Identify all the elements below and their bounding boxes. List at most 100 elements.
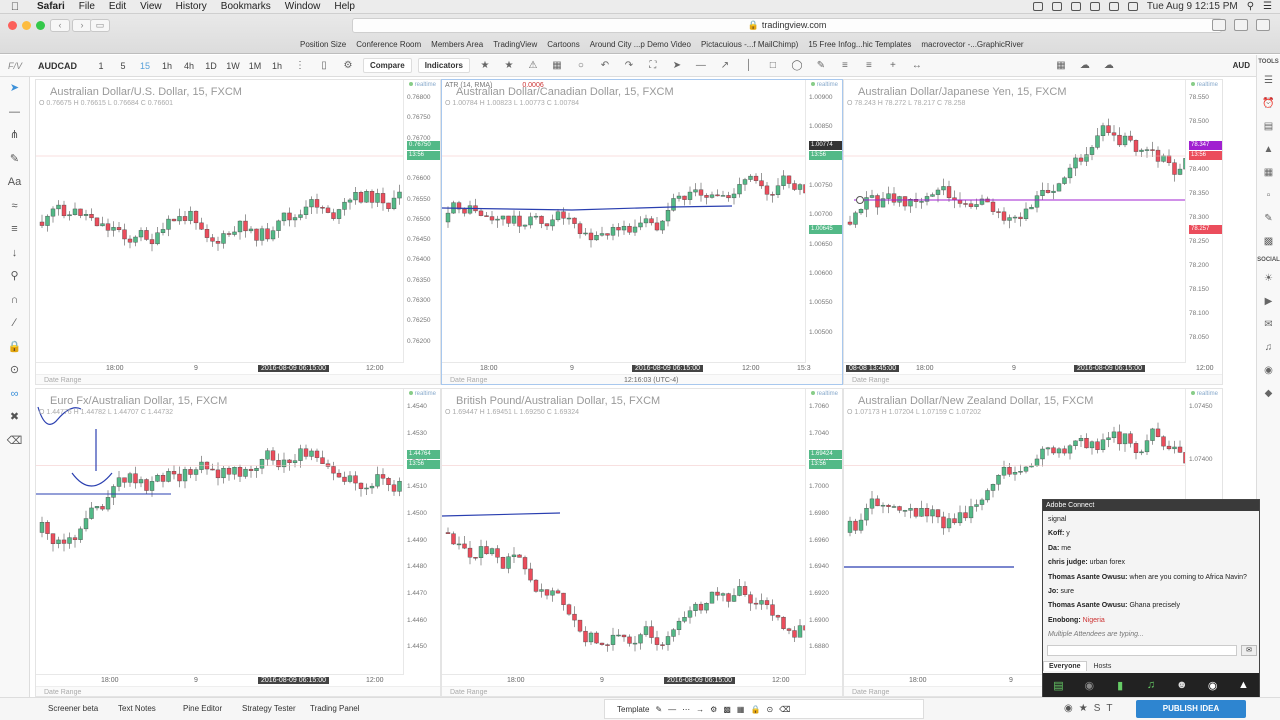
time-axis[interactable]: 18:00 9 2016-08-09 06:15:00 12:00 [442, 674, 806, 686]
pattern-icon[interactable]: ≈ [0, 195, 29, 219]
menu-window[interactable]: Window [285, 1, 321, 12]
bell-icon[interactable]: ♫ [1257, 336, 1280, 359]
bookmark[interactable]: Members Area [431, 40, 483, 49]
more-icon[interactable]: ⋮ [288, 60, 312, 71]
lightbulb-icon[interactable]: ○ [569, 60, 593, 71]
timeframe-1d[interactable]: 1D [200, 61, 222, 71]
date-range-button[interactable]: Date Range [450, 689, 487, 696]
horizontal-line[interactable] [844, 80, 1186, 385]
news-icon[interactable]: ▫ [1257, 184, 1280, 207]
bookmark[interactable]: macrovector -...GraphicRiver [921, 40, 1023, 49]
mic-icon[interactable]: ▮ [1109, 679, 1131, 692]
menu-view[interactable]: View [140, 1, 162, 12]
chart-panel[interactable]: Australian Dollar/Canadian Dollar, 15, F… [441, 79, 843, 385]
alert-icon[interactable]: ⚠ [521, 60, 545, 71]
back-icon[interactable]: ‹ [50, 19, 70, 32]
magnet-icon[interactable]: ∩ [0, 289, 29, 313]
price-axis[interactable]: 1.009001.008501.008001.007501.007001.006… [805, 80, 842, 362]
chart-title[interactable]: Euro Fx/Australian Dollar, 15, FXCM [50, 395, 227, 407]
broadcast-icon[interactable]: ◉ [1257, 359, 1280, 382]
status-icon[interactable] [1032, 2, 1043, 11]
trend-line[interactable] [442, 80, 806, 385]
ruler-icon[interactable]: ∕ [0, 312, 29, 336]
screener-icon[interactable]: ▩ [1257, 230, 1280, 253]
tab-everyone[interactable]: Everyone [1043, 661, 1087, 671]
price-axis[interactable]: 1.45401.45301.45201.45101.45001.44901.44… [403, 389, 440, 674]
social-icons[interactable]: ◉★ST [1064, 703, 1118, 714]
data-window-icon[interactable]: ▤ [1257, 115, 1280, 138]
chart-title[interactable]: Australian Dollar/Japanese Yen, 15, FXCM [858, 86, 1067, 98]
chart-panel[interactable]: Australian Dollar/U.S. Dollar, 15, FXCM O… [35, 79, 441, 385]
download-icon[interactable] [1212, 19, 1226, 31]
status-icon[interactable] [1070, 2, 1081, 11]
chat-icon[interactable]: ✉ [1257, 313, 1280, 336]
date-range-button[interactable]: Date Range [450, 377, 487, 384]
tab-text-notes[interactable]: Text Notes [118, 704, 156, 713]
chat-bubble-icon[interactable]: ◉ [1202, 679, 1224, 692]
price-axis[interactable]: 1.70601.70401.70201.70001.69801.69601.69… [805, 389, 842, 674]
tabs-icon[interactable] [1256, 19, 1270, 31]
candlestick-plot[interactable] [36, 90, 404, 370]
redo-icon[interactable]: ↷ [617, 60, 641, 71]
brush-icon[interactable]: ✎ [809, 60, 833, 71]
timeframe-15[interactable]: 15 [134, 61, 156, 71]
wifi-icon[interactable] [1089, 2, 1100, 11]
trendline-icon[interactable]: ↗ [713, 60, 737, 71]
arrow-down-icon[interactable]: ↓ [0, 242, 29, 266]
chart-title[interactable]: Australian Dollar/New Zealand Dollar, 15… [858, 395, 1093, 407]
line-style-icon[interactable]: ⋯ [682, 705, 690, 714]
menu-help[interactable]: Help [334, 1, 355, 12]
layout-icon[interactable]: ▦ [545, 60, 569, 71]
send-icon[interactable]: ✉ [1241, 645, 1257, 656]
ruler-icon[interactable]: ↔ [905, 60, 929, 71]
undo-icon[interactable]: ↶ [593, 60, 617, 71]
star-icon[interactable]: ★ [497, 60, 521, 71]
chat-input[interactable] [1047, 645, 1237, 656]
tradingview-logo[interactable]: F/V [0, 61, 30, 71]
zoom-window-button[interactable] [36, 21, 45, 30]
time-axis[interactable]: 18:00 9 2016-08-09 06:15:00 12:00 15:3 [442, 362, 811, 374]
close-window-button[interactable] [8, 21, 17, 30]
attendees-icon[interactable]: ☻ [1171, 679, 1193, 691]
fib-icon[interactable]: ≡ [833, 60, 857, 71]
crosshair-icon[interactable]: + [881, 60, 905, 71]
link-icon[interactable]: ∞ [0, 383, 29, 407]
star-icon[interactable]: ★ [473, 60, 497, 71]
cursor-icon[interactable]: ➤ [665, 60, 689, 71]
chart-title[interactable]: Australian Dollar/U.S. Dollar, 15, FXCM [50, 86, 242, 98]
line-end-icon[interactable]: → [696, 705, 704, 714]
pencil-icon[interactable]: ✎ [655, 705, 662, 714]
chart-panel[interactable]: Euro Fx/Australian Dollar, 15, FXCM O 1.4… [35, 388, 441, 697]
time-axis[interactable]: 18:00 9 2016-08-09 06:15:00 12:00 [36, 362, 404, 374]
fullscreen-icon[interactable]: ⛶ [641, 60, 665, 71]
tab-trading-panel[interactable]: Trading Panel [310, 704, 360, 713]
bookmark[interactable]: Pictacuious -...f MailChimp) [701, 40, 798, 49]
bookmark[interactable]: TradingView [493, 40, 537, 49]
notification-icon[interactable]: ◆ [1257, 382, 1280, 405]
cloud-save-icon[interactable]: ☁ [1097, 60, 1121, 71]
screen-icon[interactable]: ▤ [1047, 679, 1069, 692]
cloud-icon[interactable]: ☁ [1073, 60, 1097, 71]
ideas-icon[interactable]: ☀ [1257, 267, 1280, 290]
zoom-icon[interactable]: ⚲ [0, 265, 29, 289]
bookmark[interactable]: Around City ...p Demo Video [590, 40, 691, 49]
notes-icon[interactable]: ✎ [1257, 207, 1280, 230]
bookmark[interactable]: Cartoons [547, 40, 579, 49]
line-icon[interactable]: — [0, 101, 29, 125]
menu-history[interactable]: History [176, 1, 207, 12]
chart-title[interactable]: British Pound/Australian Dollar, 15, FXC… [456, 395, 660, 407]
menu-edit[interactable]: Edit [109, 1, 126, 12]
hotlist-icon[interactable]: ▲ [1257, 138, 1280, 161]
battery-icon[interactable] [1127, 2, 1138, 11]
date-range-button[interactable]: Date Range [852, 689, 889, 696]
gear-icon[interactable]: ⚙ [710, 705, 717, 714]
lock-icon[interactable]: 🔒 [750, 705, 760, 714]
line-icon[interactable]: — [689, 60, 713, 71]
camera-icon[interactable]: ◉ [1078, 679, 1100, 692]
menu-bookmarks[interactable]: Bookmarks [221, 1, 271, 12]
date-range-button[interactable]: Date Range [44, 689, 81, 696]
forward-icon[interactable]: › [72, 19, 92, 32]
fib-icon[interactable]: ≡ [0, 218, 29, 242]
trash-icon[interactable]: ⌫ [779, 705, 790, 714]
chart-panel[interactable]: British Pound/Australian Dollar, 15, FXC… [441, 388, 843, 697]
